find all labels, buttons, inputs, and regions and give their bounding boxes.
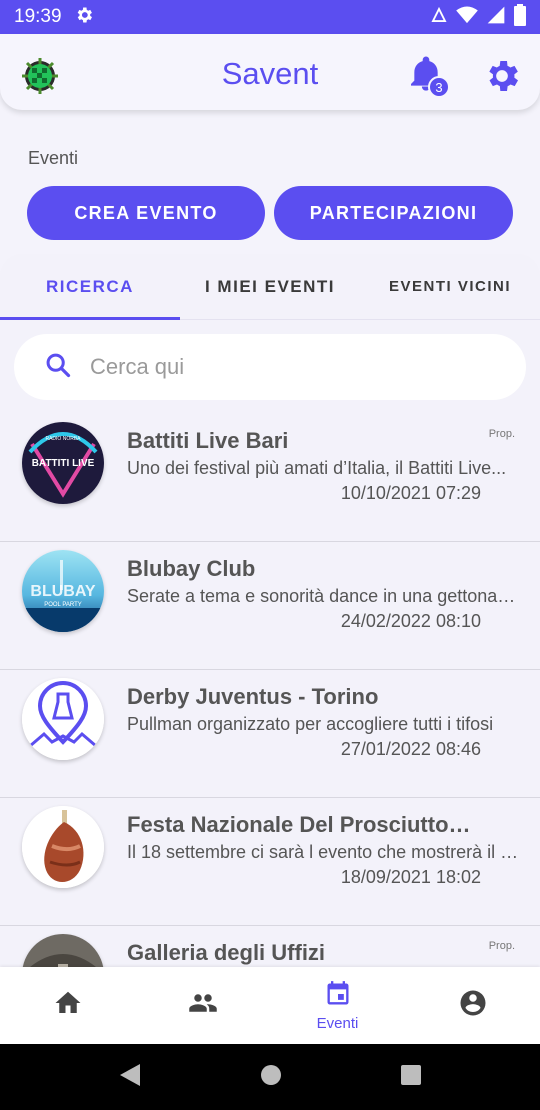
event-list-item[interactable]: RADIO NORBA BATTITI LIVE Battiti Live Ba… [0,414,540,542]
event-date: 18/09/2021 18:02 [340,867,481,887]
event-description: Il 18 settembre ci sarà l evento che mos… [127,842,519,862]
event-title: Galleria degli Uffizi [127,940,326,965]
blubay-small-logo-text: POOL PARTY [44,602,82,608]
search-input[interactable] [90,354,470,380]
battiti-logo-text: BATTITI LIVE [32,458,95,469]
back-triangle-icon[interactable] [118,1062,142,1093]
event-image-blubay: BLUBAY POOL PARTY [22,550,104,632]
home-circle-icon[interactable] [259,1063,283,1092]
app-title: Savent [221,56,319,91]
event-description: Uno dei festival più amati d’Italia, il … [127,458,507,478]
wifi-icon [456,5,478,29]
event-title: Battiti Live Bari [127,428,289,453]
event-list-item[interactable]: Festa Nazionale Del Prosciutto di Parma … [0,798,540,926]
event-list-item[interactable]: BLUBAY POOL PARTY Blubay Club Serate a t… [0,542,540,670]
event-title: Festa Nazionale Del Prosciutto di Parma [127,812,472,837]
battiti-small-logo-text: RADIO NORBA [45,436,81,442]
home-icon [53,988,83,1023]
tab-bar: RICERCA I MIEI EVENTI EVENTI VICINI [0,254,540,320]
app-bar: Savent 3 [0,34,540,110]
event-image-location-pin [22,678,104,760]
event-image-prosciutto [22,806,104,888]
create-event-button[interactable]: CREA EVENTO [27,186,265,240]
system-navigation-bar [0,1044,540,1110]
search-bar[interactable] [14,334,526,400]
tab-my-events[interactable]: I MIEI EVENTI [180,254,360,319]
nav-profile[interactable] [405,967,540,1044]
tab-search[interactable]: RICERCA [0,254,180,319]
event-description: Serate a tema e sonorità dance in una ge… [127,586,519,606]
event-image-uffizi [22,934,104,968]
event-date: 24/02/2022 08:10 [340,611,481,631]
nav-events[interactable]: Eventi [270,967,405,1044]
search-icon [44,351,72,384]
active-tab-indicator [0,317,180,320]
notification-count-badge: 3 [428,76,450,98]
tab-nearby-events[interactable]: EVENTI VICINI [360,254,540,319]
event-owner-label: Prop. [488,940,515,952]
status-bar: 19:39 [0,0,540,34]
people-icon [187,988,219,1023]
calendar-icon [324,980,352,1013]
status-time: 19:39 [14,6,62,27]
settings-status-icon [74,5,94,30]
bottom-navigation: Eventi [0,967,540,1044]
event-list-item[interactable]: Galleria degli Uffizi Prop. [0,926,540,968]
event-date: 27/01/2022 08:46 [340,739,481,759]
settings-gear-icon[interactable] [482,56,522,96]
participations-button[interactable]: PARTECIPAZIONI [274,186,513,240]
signal-icon [486,5,506,30]
section-label: Eventi [28,148,79,168]
event-date: 10/10/2021 07:29 [340,483,481,503]
network-triangle-icon [430,6,448,29]
nav-home[interactable] [0,967,135,1044]
recents-square-icon[interactable] [400,1064,422,1091]
events-panel: RICERCA I MIEI EVENTI EVENTI VICINI RADI… [0,254,540,968]
events-list: RADIO NORBA BATTITI LIVE Battiti Live Ba… [0,414,540,968]
event-image-battiti: RADIO NORBA BATTITI LIVE [22,422,104,504]
account-circle-icon [458,988,488,1023]
battery-icon [514,3,526,31]
event-owner-label: Prop. [488,428,515,440]
event-list-item[interactable]: Derby Juventus - Torino Pullman organizz… [0,670,540,798]
nav-events-label: Eventi [316,1014,359,1032]
event-title: Blubay Club [127,556,256,581]
event-description: Pullman organizzato per accogliere tutti… [127,714,494,734]
event-title: Derby Juventus - Torino [127,684,379,709]
nav-people[interactable] [135,967,270,1044]
blubay-logo-text: BLUBAY [30,583,96,600]
